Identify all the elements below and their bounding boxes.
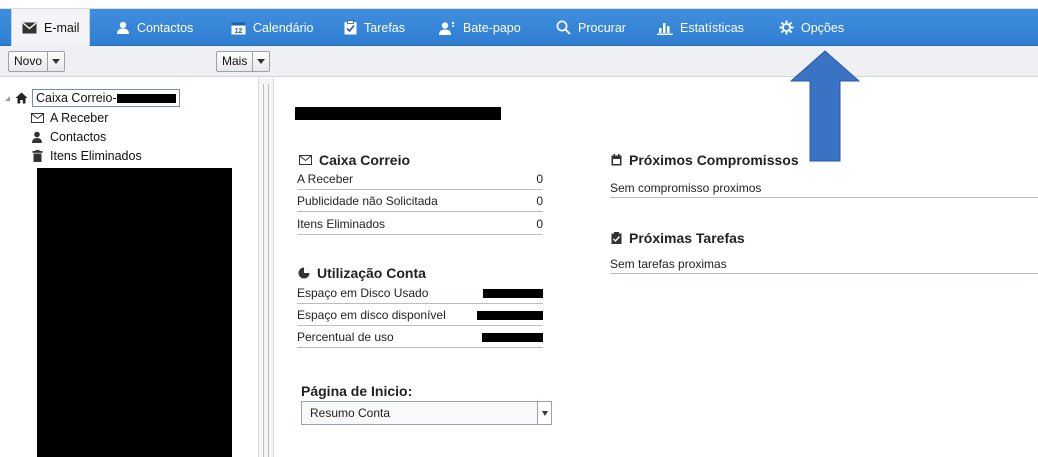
- tab-label: Opções: [801, 20, 845, 35]
- tab-chat[interactable]: Bate-papo: [439, 9, 521, 46]
- checklist-icon: [344, 20, 357, 35]
- redacted-date-heading: [295, 107, 501, 120]
- tree-item-label: Contactos: [50, 130, 107, 144]
- tab-label: Procurar: [578, 20, 626, 35]
- row-label: Espaço em Disco Usado: [297, 286, 429, 300]
- redacted-value: [477, 310, 543, 320]
- splitter-grip[interactable]: [263, 84, 269, 457]
- tree-item-deleted[interactable]: Itens Eliminados: [28, 147, 142, 165]
- panel-splitter[interactable]: [258, 78, 274, 457]
- section-title-text: Próximos Compromissos: [629, 152, 799, 168]
- more-button[interactable]: Mais: [216, 51, 271, 72]
- account-summary: Caixa Correio A Receber 0 Publicidade nã…: [275, 78, 1038, 457]
- redaction-bar: [116, 93, 176, 103]
- tab-label: Contactos: [137, 20, 194, 35]
- window-top-strip: [0, 0, 1038, 9]
- search-icon: [556, 20, 571, 35]
- envelope-icon: [28, 113, 46, 123]
- row-label: Publicidade não Solicitada: [297, 194, 438, 208]
- select-dropdown-arrow[interactable]: [537, 402, 551, 424]
- tree-item-label: A Receber: [50, 111, 109, 125]
- folder-tree-panel: Caixa Correio- A Receber Contactos Itens…: [0, 78, 258, 457]
- usage-section-title: Utilização Conta: [298, 265, 426, 281]
- redacted-value: [482, 332, 543, 342]
- section-title-text: Caixa Correio: [319, 152, 411, 168]
- mailbox-row-spam: Publicidade não Solicitada 0: [297, 191, 543, 212]
- row-value: 0: [536, 172, 543, 186]
- tab-search[interactable]: Procurar: [556, 9, 626, 46]
- tab-label: Calendário: [253, 20, 314, 35]
- collapse-triangle-icon[interactable]: [4, 95, 14, 102]
- envelope-icon: [22, 21, 37, 34]
- usage-row-available: Espaço em disco disponível: [297, 305, 543, 326]
- annotation-arrow: [790, 50, 860, 162]
- homepage-select[interactable]: Resumo Conta: [301, 401, 552, 425]
- person-icon: [116, 21, 130, 34]
- pie-chart-icon: [298, 267, 310, 279]
- calendar-icon: [611, 154, 622, 166]
- homepage-title: Página de Inicio:: [301, 383, 413, 399]
- mailbox-section-title: Caixa Correio: [299, 152, 410, 168]
- new-button[interactable]: Novo: [8, 51, 66, 72]
- select-value: Resumo Conta: [310, 406, 391, 420]
- tree-root-mailbox[interactable]: Caixa Correio-: [4, 89, 180, 107]
- row-value: 0: [536, 217, 543, 231]
- mailbox-row-inbox: A Receber 0: [297, 169, 543, 190]
- tab-options[interactable]: Opções: [779, 9, 844, 46]
- usage-row-percent: Percentual de uso: [297, 327, 543, 348]
- row-label: A Receber: [297, 172, 354, 186]
- tasks-section-title: Próximas Tarefas: [611, 230, 745, 246]
- row-label: Espaço em disco disponível: [297, 308, 446, 322]
- chevron-down-icon: [541, 410, 548, 416]
- new-dropdown-arrow[interactable]: [48, 52, 64, 71]
- tab-statistics[interactable]: Estatísticas: [657, 9, 744, 46]
- row-value: 0: [536, 194, 543, 208]
- toolbar: Novo Mais: [0, 46, 1038, 77]
- redacted-value: [483, 288, 543, 298]
- tasks-empty: Sem tarefas proximas: [610, 255, 1038, 274]
- bar-chart-icon: [657, 21, 673, 35]
- tab-email[interactable]: E-mail: [11, 9, 91, 46]
- main-nav-bar: E-mail Contactos 12 Calendário Tarefas B…: [0, 9, 1038, 46]
- mailbox-name: Caixa Correio-: [36, 91, 117, 105]
- mailbox-row-deleted: Itens Eliminados 0: [297, 214, 543, 235]
- tab-label: Tarefas: [364, 20, 405, 35]
- tab-label: Estatísticas: [680, 20, 744, 35]
- new-button-label: Novo: [9, 52, 49, 71]
- tree-item-inbox[interactable]: A Receber: [28, 109, 108, 127]
- tree-item-contacts[interactable]: Contactos: [28, 128, 106, 146]
- more-dropdown-arrow[interactable]: [253, 52, 269, 71]
- tab-tasks[interactable]: Tarefas: [344, 9, 405, 46]
- row-label: Percentual de uso: [297, 330, 394, 344]
- redacted-area: [37, 168, 232, 457]
- section-title-text: Utilização Conta: [317, 265, 426, 281]
- person-icon: [28, 131, 46, 143]
- more-button-label: Mais: [217, 52, 254, 71]
- tab-label: Bate-papo: [463, 20, 521, 35]
- chat-person-icon: [439, 21, 456, 35]
- tree-root-label[interactable]: Caixa Correio-: [32, 89, 180, 107]
- appointments-empty: Sem compromisso proximos: [610, 179, 1038, 198]
- section-title-text: Próximas Tarefas: [629, 230, 745, 246]
- appointments-section-title: Próximos Compromissos: [611, 152, 799, 168]
- usage-row-used: Espaço em Disco Usado: [297, 283, 543, 304]
- gear-icon: [779, 20, 794, 35]
- trash-icon: [28, 150, 46, 162]
- tab-calendar[interactable]: 12 Calendário: [231, 9, 313, 46]
- tab-label: E-mail: [44, 20, 80, 35]
- checklist-icon: [611, 232, 622, 244]
- chevron-down-icon: [257, 59, 266, 64]
- tree-item-label: Itens Eliminados: [50, 149, 142, 163]
- row-label: Itens Eliminados: [297, 217, 386, 231]
- svg-text:12: 12: [235, 28, 243, 35]
- chevron-down-icon: [52, 59, 61, 64]
- tab-contacts[interactable]: Contactos: [116, 9, 193, 46]
- home-icon: [14, 92, 28, 104]
- envelope-icon: [299, 155, 312, 165]
- calendar-icon: 12: [231, 21, 246, 35]
